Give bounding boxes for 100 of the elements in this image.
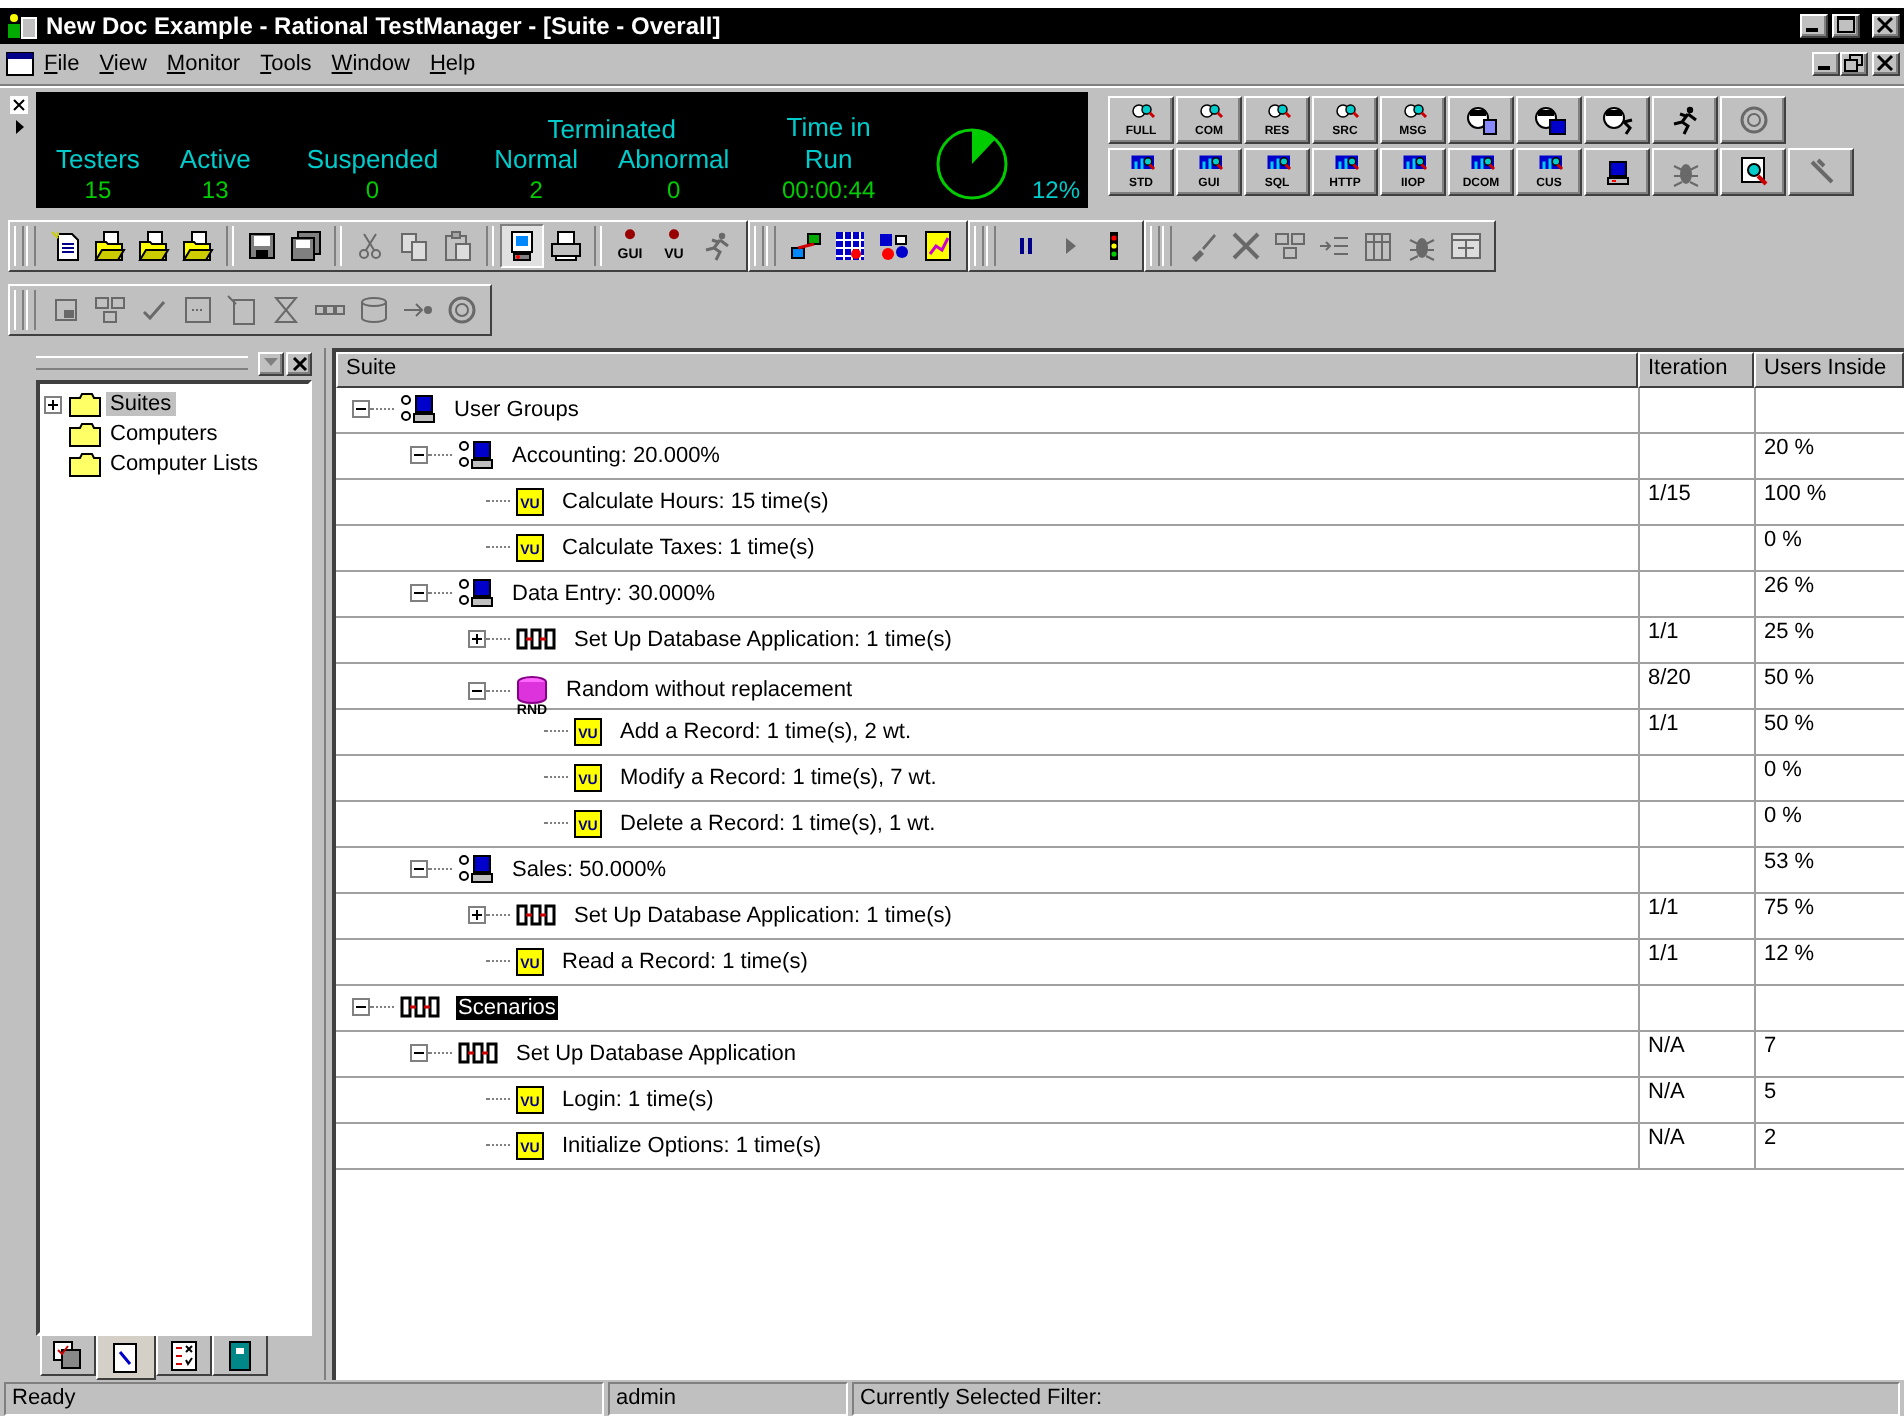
menu-item[interactable]: View	[89, 51, 157, 76]
monitor-tool-button[interactable]	[1584, 147, 1650, 196]
expand-toggle[interactable]	[44, 395, 62, 414]
column-header[interactable]: Iteration	[1638, 351, 1754, 388]
stacked-disks-icon	[290, 229, 322, 262]
maximize-button[interactable]	[1832, 13, 1860, 38]
tree-node[interactable]: Delete a Record: 1 time(s), 1 wt.	[618, 811, 938, 836]
window-title: New Doc Example - Rational TestManager - [Suite - Overall]	[46, 11, 723, 40]
monitor-tool-button[interactable]	[1720, 147, 1786, 196]
collapse-toggle[interactable]	[468, 681, 486, 700]
tree-node[interactable]: Login: 1 time(s)	[560, 1087, 716, 1112]
grid-icon	[834, 229, 866, 262]
close-button[interactable]	[286, 351, 312, 376]
tree-item[interactable]: Suites	[106, 392, 176, 417]
close-icon[interactable]	[9, 95, 27, 114]
printer-icon	[550, 229, 582, 262]
users-inside-cell: 75 %	[1764, 895, 1815, 920]
dropdown-button[interactable]	[258, 351, 284, 376]
users-inside-cell: 53 %	[1764, 849, 1815, 874]
crossed-tools-icon	[1230, 229, 1262, 262]
group-heading: Terminated	[547, 115, 677, 144]
stat-label: Time in Run	[784, 111, 873, 176]
collapse-toggle[interactable]	[410, 446, 428, 465]
document-window-icon[interactable]	[6, 51, 34, 76]
tree-node[interactable]: Calculate Hours: 15 time(s)	[560, 489, 831, 514]
close-button[interactable]	[1872, 13, 1900, 38]
chart-magnifier-icon	[1737, 155, 1769, 188]
restore-icon	[1844, 54, 1864, 73]
tree-node[interactable]: Random without replacement	[564, 678, 855, 703]
tree-item[interactable]: Computer Lists	[106, 452, 262, 477]
collapse-toggle[interactable]	[410, 860, 428, 879]
folder-icon	[68, 391, 102, 418]
hourglass-icon	[270, 293, 302, 326]
sequence-icon	[516, 904, 556, 927]
sequence-icon	[516, 628, 556, 651]
close-button[interactable]	[1872, 51, 1900, 76]
monitor-tool-button[interactable]	[1652, 95, 1718, 144]
collapse-toggle[interactable]	[410, 1044, 428, 1063]
user-group-icon	[458, 578, 494, 609]
column-header[interactable]: Suite	[336, 351, 1638, 388]
drag-handle[interactable]	[36, 356, 248, 371]
tree-node[interactable]: Initialize Options: 1 time(s)	[560, 1133, 824, 1158]
stat-value: 2	[529, 175, 543, 204]
tree-node[interactable]: Accounting: 20.000%	[510, 443, 722, 468]
menu-item[interactable]: Window	[321, 51, 420, 76]
tree-item[interactable]: Computers	[106, 422, 222, 447]
panel-tab[interactable]	[212, 1336, 268, 1377]
tree-node[interactable]: Sales: 50.000%	[510, 857, 669, 882]
minimize-button[interactable]	[1812, 51, 1840, 76]
collapse-toggle[interactable]	[352, 998, 370, 1017]
open-folder-icon	[94, 229, 126, 262]
tree-node[interactable]: User Groups	[452, 397, 581, 422]
open-folder-icon	[138, 229, 170, 262]
menu-item[interactable]: Monitor	[156, 51, 251, 76]
checklist-icon	[168, 1339, 200, 1372]
tree-node[interactable]: Data Entry: 30.000%	[510, 581, 718, 606]
users-inside-cell: 25 %	[1764, 619, 1815, 644]
users-inside-cell: 0 %	[1764, 757, 1802, 782]
stat-value: 00:00:44	[781, 175, 876, 204]
close-icon	[291, 355, 307, 372]
stat-value: 0	[365, 175, 380, 204]
copy-icon	[398, 229, 430, 262]
tree-node[interactable]: Modify a Record: 1 time(s), 7 wt.	[618, 765, 939, 790]
tree-node[interactable]: Calculate Taxes: 1 time(s)	[560, 535, 817, 560]
monitor-tool-button[interactable]	[1448, 95, 1514, 144]
tree-node[interactable]: Set Up Database Application	[514, 1041, 799, 1066]
stat-value: 13	[201, 175, 229, 204]
panel-tab[interactable]	[96, 1336, 156, 1381]
cylinder-icon	[358, 293, 390, 326]
monitor-tool-button[interactable]	[1584, 95, 1650, 144]
stat-label: Suspended	[306, 143, 439, 176]
lifebuoy-icon	[446, 293, 478, 326]
panel-tab[interactable]	[40, 1336, 96, 1377]
tree-node[interactable]: Set Up Database Application: 1 time(s)	[572, 627, 954, 652]
tree-node[interactable]: Set Up Database Application: 1 time(s)	[572, 903, 954, 928]
expand-toggle[interactable]	[468, 906, 486, 925]
toolbar-button[interactable]	[500, 223, 544, 268]
menu-item[interactable]: Help	[419, 51, 486, 76]
expand-toggle[interactable]	[468, 630, 486, 649]
panel-tab[interactable]	[156, 1336, 212, 1377]
tree-node[interactable]: Add a Record: 1 time(s), 2 wt.	[618, 719, 913, 744]
iteration-cell: 1/15	[1648, 481, 1691, 506]
folder-icon	[68, 421, 102, 448]
chart-document-icon	[922, 229, 954, 262]
stat-value: 0	[666, 175, 681, 204]
collapse-toggle[interactable]	[352, 400, 370, 419]
menu-item[interactable]: File	[34, 51, 90, 76]
minimize-button[interactable]	[1800, 13, 1828, 38]
restore-button[interactable]	[1840, 51, 1868, 76]
cylinder-icon	[516, 675, 548, 704]
iteration-cell: 1/1	[1648, 619, 1679, 644]
face-runner-icon	[1601, 103, 1633, 136]
tree-node[interactable]: Read a Record: 1 time(s)	[560, 949, 810, 974]
collapse-toggle[interactable]	[410, 584, 428, 603]
users-inside-cell: 50 %	[1764, 711, 1815, 736]
users-inside-cell: 5	[1764, 1079, 1777, 1104]
tree-node[interactable]: Scenarios	[456, 995, 558, 1020]
monitor-tool-button[interactable]	[1516, 95, 1582, 144]
column-header[interactable]: Users Inside	[1754, 351, 1904, 388]
menu-item[interactable]: Tools	[250, 51, 322, 76]
